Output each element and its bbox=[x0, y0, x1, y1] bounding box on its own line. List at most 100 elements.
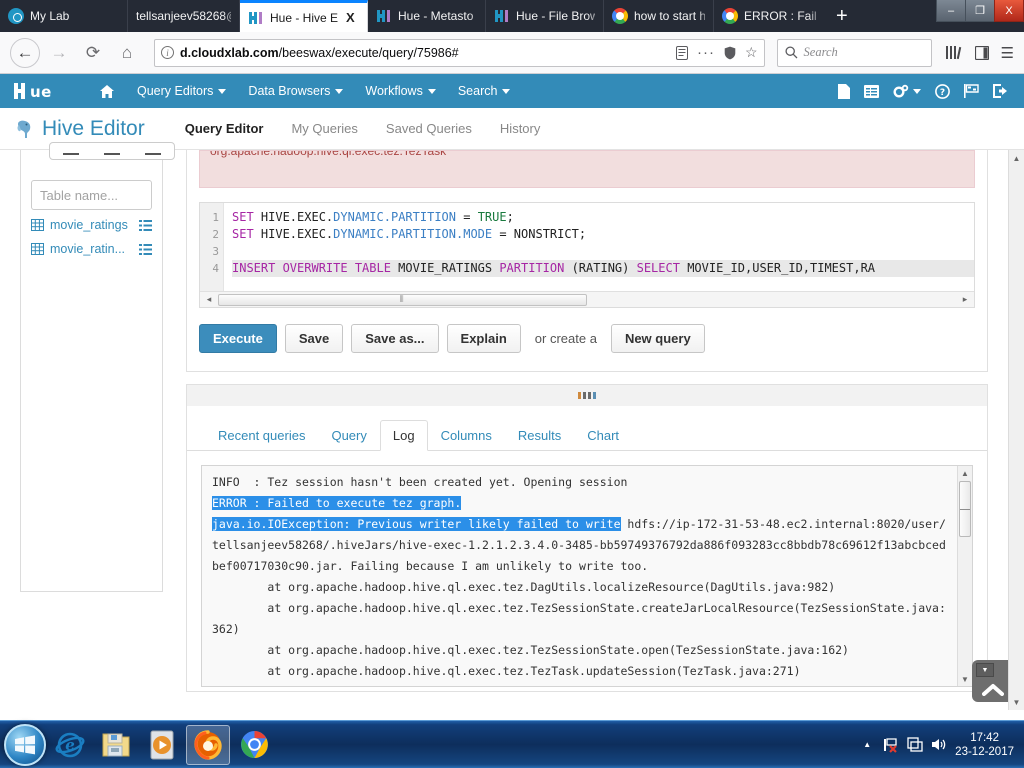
windows-start-orb[interactable] bbox=[4, 723, 46, 766]
list-item[interactable]: movie_ratin... bbox=[21, 240, 162, 258]
tab-chart[interactable]: Chart bbox=[574, 420, 632, 451]
tab-results[interactable]: Results bbox=[505, 420, 574, 451]
nav-data-browsers[interactable]: Data Browsers bbox=[237, 74, 354, 108]
restore-button[interactable]: ❐ bbox=[965, 0, 995, 22]
show-hidden-icons-icon[interactable]: ▲ bbox=[859, 737, 875, 753]
assist-button-1[interactable] bbox=[62, 153, 79, 155]
sql-editor[interactable]: 1 2 3 4 SET HIVE.EXEC.DYNAMIC.PARTITION … bbox=[199, 202, 975, 308]
editor-horizontal-scrollbar[interactable]: ◂ ⦀ ▸ bbox=[200, 291, 974, 307]
close-window-button[interactable]: X bbox=[994, 0, 1024, 22]
tab-query[interactable]: Query bbox=[318, 420, 379, 451]
explain-button[interactable]: Explain bbox=[446, 324, 521, 353]
page-actions-icon[interactable]: ··· bbox=[697, 45, 715, 60]
library-icon[interactable] bbox=[945, 45, 963, 60]
tab-recent-queries[interactable]: Recent queries bbox=[205, 420, 318, 451]
table-name-input[interactable]: Table name... bbox=[31, 180, 152, 210]
tab-history[interactable]: History bbox=[486, 121, 554, 136]
settings-gear-icon[interactable] bbox=[893, 84, 921, 98]
taskbar-chrome[interactable] bbox=[232, 725, 276, 765]
scroll-up-icon[interactable]: ▲ bbox=[958, 466, 972, 480]
tab-log[interactable]: Log bbox=[379, 420, 428, 451]
browser-tab-0[interactable]: My Lab bbox=[0, 0, 128, 32]
browser-tab-6[interactable]: ERROR : Failed bbox=[714, 0, 824, 32]
line-number: 1 bbox=[212, 211, 219, 224]
nav-search[interactable]: Search bbox=[447, 74, 522, 108]
back-icon[interactable]: ← bbox=[10, 37, 40, 68]
home-icon[interactable]: ⌂ bbox=[112, 38, 142, 68]
scrollbar-thumb[interactable]: ⦀ bbox=[218, 293, 587, 306]
execute-button[interactable]: Execute bbox=[199, 324, 277, 353]
logout-icon[interactable] bbox=[993, 84, 1008, 98]
taskbar-media-player[interactable] bbox=[140, 725, 184, 765]
sql-token: HIVE.EXEC. bbox=[253, 210, 334, 224]
sql-token: SET bbox=[232, 227, 254, 241]
save-button[interactable]: Save bbox=[284, 324, 344, 353]
tab-query-editor[interactable]: Query Editor bbox=[171, 121, 278, 136]
volume-icon[interactable] bbox=[931, 737, 947, 753]
minimize-button[interactable]: – bbox=[936, 0, 966, 22]
reload-icon[interactable]: ⟳ bbox=[78, 38, 108, 68]
nav-query-editors[interactable]: Query Editors bbox=[126, 74, 237, 108]
page-vertical-scrollbar[interactable]: ▲ ▼ bbox=[1008, 150, 1024, 710]
log-output-box[interactable]: INFO : Tez session hasn't been created y… bbox=[201, 465, 973, 687]
bookmark-star-icon[interactable]: ☆ bbox=[745, 44, 758, 61]
browser-tab-5[interactable]: how to start hi bbox=[604, 0, 714, 32]
browser-tab-1[interactable]: tellsanjeev58268@i bbox=[128, 0, 240, 32]
help-icon[interactable]: ? bbox=[935, 83, 950, 99]
nav-workflows[interactable]: Workflows bbox=[354, 74, 446, 108]
list-item[interactable]: movie_ratings bbox=[21, 216, 162, 234]
scroll-to-bottom-icon[interactable]: ▼ bbox=[976, 663, 994, 677]
scrollbar-thumb[interactable] bbox=[959, 481, 971, 537]
taskbar-firefox[interactable] bbox=[186, 724, 230, 765]
tab-fade bbox=[111, 0, 127, 32]
line-number: 3 bbox=[212, 245, 219, 258]
flag-icon[interactable] bbox=[964, 84, 979, 98]
taskbar-clock[interactable]: 17:42 23-12-2017 bbox=[955, 731, 1014, 759]
scroll-down-icon[interactable]: ▼ bbox=[958, 672, 972, 686]
action-center-icon[interactable] bbox=[907, 737, 923, 753]
scroll-left-icon[interactable]: ◂ bbox=[203, 294, 215, 305]
save-as-button[interactable]: Save as... bbox=[351, 324, 439, 353]
shield-icon[interactable] bbox=[724, 46, 736, 60]
sql-code[interactable]: SET HIVE.EXEC.DYNAMIC.PARTITION = TRUE; … bbox=[224, 203, 974, 291]
sql-editor-body[interactable]: 1 2 3 4 SET HIVE.EXEC.DYNAMIC.PARTITION … bbox=[200, 203, 974, 291]
panel-resize-grip[interactable] bbox=[186, 384, 988, 406]
grip-bar bbox=[588, 392, 591, 399]
browser-tab-2-active[interactable]: Hue - Hive E X bbox=[240, 0, 368, 32]
hue-home-icon[interactable] bbox=[88, 74, 126, 108]
sidebar-icon[interactable] bbox=[974, 45, 989, 60]
taskbar-internet-explorer[interactable]: e bbox=[48, 725, 92, 765]
tab-columns[interactable]: Columns bbox=[428, 420, 505, 451]
search-input[interactable]: Search bbox=[776, 38, 932, 67]
log-vertical-scrollbar[interactable]: ▲ ▼ bbox=[957, 466, 972, 686]
tab-saved-queries[interactable]: Saved Queries bbox=[372, 121, 486, 136]
chevron-down-icon bbox=[335, 88, 344, 94]
close-tab-icon[interactable]: X bbox=[346, 10, 355, 25]
columns-list-icon[interactable] bbox=[139, 243, 152, 255]
sql-token: SELECT bbox=[636, 261, 680, 275]
browser-tab-4[interactable]: Hue - File Brow bbox=[486, 0, 604, 32]
browser-tab-3[interactable]: Hue - Metasto bbox=[368, 0, 486, 32]
page-scroll-down-icon[interactable]: ▼ bbox=[1009, 694, 1024, 710]
scroll-right-icon[interactable]: ▸ bbox=[959, 294, 971, 305]
columns-list-icon[interactable] bbox=[139, 219, 152, 231]
taskbar-windows-explorer[interactable] bbox=[94, 725, 138, 765]
address-bar[interactable]: i d.cloudxlab.com/beeswax/execute/query/… bbox=[154, 38, 765, 67]
reader-view-icon[interactable] bbox=[675, 45, 688, 60]
new-query-button[interactable]: New query bbox=[610, 324, 705, 353]
line-number: 2 bbox=[212, 228, 219, 241]
page-scroll-up-icon[interactable]: ▲ bbox=[1009, 150, 1024, 166]
assist-button-2[interactable] bbox=[103, 153, 120, 155]
tab-my-queries[interactable]: My Queries bbox=[277, 121, 371, 136]
grip-bar bbox=[578, 392, 581, 399]
document-icon[interactable] bbox=[838, 83, 850, 99]
hamburger-menu-icon[interactable]: ☰ bbox=[1001, 44, 1014, 62]
site-info-icon[interactable]: i bbox=[161, 46, 174, 59]
new-tab-button[interactable]: + bbox=[824, 0, 860, 32]
hue-logo[interactable]: ue bbox=[14, 81, 70, 101]
assist-toolbar-buttons[interactable] bbox=[49, 142, 175, 160]
assist-button-3[interactable] bbox=[145, 153, 162, 155]
jobs-icon[interactable] bbox=[864, 84, 879, 98]
network-error-icon[interactable] bbox=[883, 737, 899, 753]
